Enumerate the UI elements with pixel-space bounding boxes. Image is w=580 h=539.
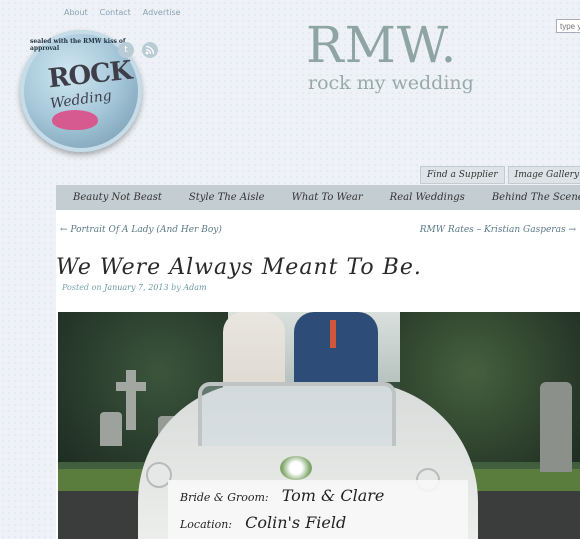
main-nav: Beauty Not Beast Style The Aisle What To… bbox=[56, 185, 580, 210]
advertise-link[interactable]: Advertise bbox=[143, 8, 181, 17]
post-meta: Posted on January 7, 2013 by Adam bbox=[62, 283, 207, 292]
nav-item-real-weddings[interactable]: Real Weddings bbox=[390, 192, 465, 203]
top-links: About Contact Advertise bbox=[64, 8, 181, 17]
twitter-icon[interactable]: t bbox=[118, 42, 134, 58]
contact-link[interactable]: Contact bbox=[100, 8, 131, 17]
location-value: Colin's Field bbox=[245, 513, 347, 532]
badge-rock-text: ROCK bbox=[46, 55, 133, 95]
about-link[interactable]: About bbox=[64, 8, 88, 17]
next-post-link[interactable]: RMW Rates – Kristian Gasperas → bbox=[420, 225, 576, 235]
photo-info-box: Bride & Groom: Tom & Clare Location: Col… bbox=[168, 480, 468, 539]
post-date-link[interactable]: January 7, 2013 bbox=[104, 283, 168, 292]
find-supplier-tab[interactable]: Find a Supplier bbox=[420, 166, 505, 184]
meta-by: by bbox=[171, 283, 181, 292]
post-content: ← Portrait Of A Lady (And Her Boy) RMW R… bbox=[56, 210, 580, 539]
nav-item-behind-scenes[interactable]: Behind The Scenes bbox=[492, 192, 580, 203]
post-author-link[interactable]: Adam bbox=[183, 283, 206, 292]
image-gallery-tab[interactable]: Image Gallery bbox=[507, 166, 580, 184]
rmw-logo[interactable]: RMW. bbox=[306, 20, 457, 70]
nav-item-beauty[interactable]: Beauty Not Beast bbox=[73, 192, 162, 203]
info-row-couple: Bride & Groom: Tom & Clare bbox=[180, 486, 384, 505]
nav-item-what-to-wear[interactable]: What To Wear bbox=[292, 192, 363, 203]
sub-tabs: Find a Supplier Image Gallery bbox=[420, 166, 580, 184]
lips-icon bbox=[52, 110, 98, 130]
logo-tagline: rock my wedding bbox=[308, 72, 474, 94]
badge-ring-text: sealed with the RMW kiss of approval bbox=[30, 38, 126, 52]
nav-item-style[interactable]: Style The Aisle bbox=[189, 192, 265, 203]
bride-groom-value: Tom & Clare bbox=[281, 486, 385, 505]
wedding-photo: Bride & Groom: Tom & Clare Location: Col… bbox=[58, 312, 580, 539]
bride-groom-label: Bride & Groom: bbox=[180, 491, 269, 504]
post-title: We Were Always Meant To Be. bbox=[56, 255, 422, 280]
rss-icon[interactable] bbox=[142, 42, 158, 58]
info-row-location: Location: Colin's Field bbox=[180, 513, 346, 532]
meta-prefix: Posted on bbox=[62, 283, 102, 292]
previous-post-link[interactable]: ← Portrait Of A Lady (And Her Boy) bbox=[60, 225, 222, 235]
location-label: Location: bbox=[180, 518, 232, 531]
search-input[interactable] bbox=[556, 19, 580, 33]
